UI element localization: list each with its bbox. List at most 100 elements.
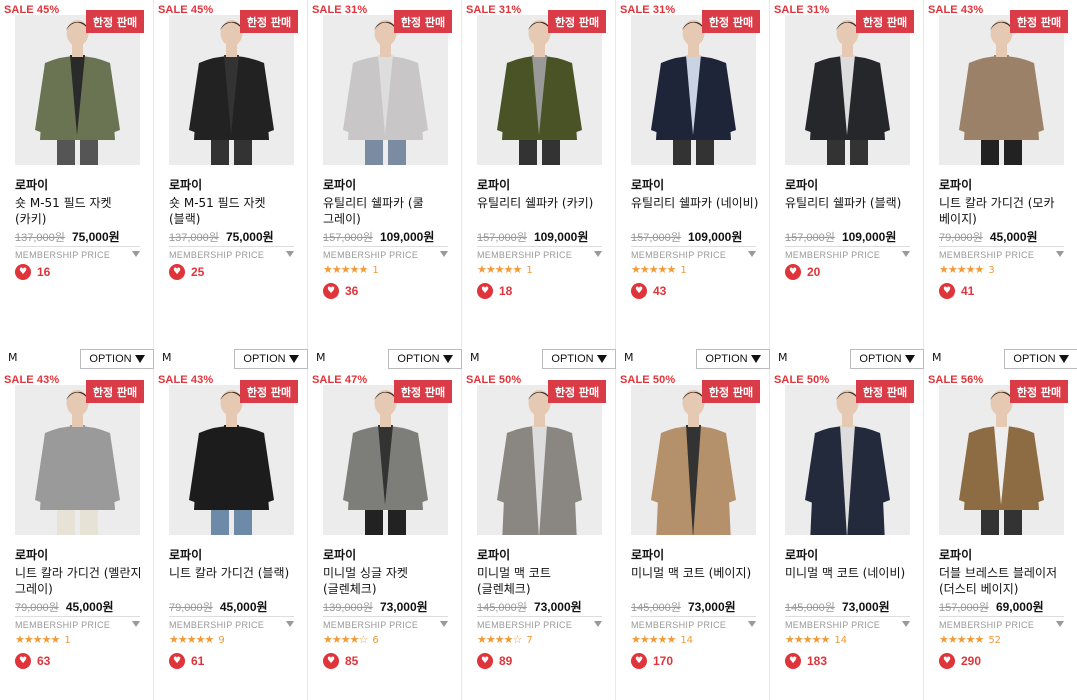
product-card[interactable]: SALE 31% 한정 판매 로파이 유틸리티 쉘파카 (쿨 그레이) 157,… [308,0,462,370]
brand-name[interactable]: 로파이 [939,546,972,563]
product-name[interactable]: 숏 M-51 필드 자켓 (카키) [15,195,143,227]
like-button[interactable]: ♥ 18 [477,283,512,299]
product-card[interactable]: SALE 43% 한정 판매 로파이 니트 칼라 가디건 (멜란지 그레이) 7… [0,370,154,700]
product-image[interactable] [939,385,1064,535]
membership-price-toggle[interactable]: MEMBERSHIP PRICE [631,616,756,630]
membership-price-toggle[interactable]: MEMBERSHIP PRICE [323,616,448,630]
product-card[interactable]: SALE 56% 한정 판매 로파이 더블 브레스트 블레이저 (더스티 베이지… [924,370,1077,700]
product-card[interactable]: SALE 43% 한정 판매 로파이 니트 칼라 가디건 (블랙) 79,000… [154,370,308,700]
membership-price-toggle[interactable]: MEMBERSHIP PRICE [169,246,294,260]
option-button[interactable]: OPTION [80,349,154,369]
product-name[interactable]: 더블 브레스트 블레이저 (더스티 베이지) [939,565,1067,597]
product-image[interactable] [477,385,602,535]
product-image[interactable] [785,15,910,165]
product-name[interactable]: 니트 칼라 가디건 (멜란지 그레이) [15,565,143,597]
like-button[interactable]: ♥ 183 [785,653,827,669]
like-button[interactable]: ♥ 25 [169,264,204,280]
brand-name[interactable]: 로파이 [785,546,818,563]
membership-price-toggle[interactable]: MEMBERSHIP PRICE [785,616,910,630]
price: 79,000원 45,000원 [939,228,1038,245]
brand-name[interactable]: 로파이 [169,546,202,563]
like-button[interactable]: ♥ 63 [15,653,50,669]
product-image[interactable] [631,385,756,535]
membership-price-toggle[interactable]: MEMBERSHIP PRICE [477,616,602,630]
product-image[interactable] [169,385,294,535]
rating-stars: ★★★★★ [631,263,676,276]
option-button[interactable]: OPTION [388,349,462,369]
membership-price-toggle[interactable]: MEMBERSHIP PRICE [477,246,602,260]
membership-price-toggle[interactable]: MEMBERSHIP PRICE [939,616,1064,630]
product-image[interactable] [15,385,140,535]
membership-price-toggle[interactable]: MEMBERSHIP PRICE [169,616,294,630]
product-name[interactable]: 유틸리티 쉘파카 (카키) [477,195,605,211]
heart-icon: ♥ [477,283,493,299]
brand-name[interactable]: 로파이 [939,176,972,193]
product-name[interactable]: 니트 칼라 가디건 (블랙) [169,565,297,581]
caret-down-icon [286,621,294,627]
membership-price-toggle[interactable]: MEMBERSHIP PRICE [323,246,448,260]
brand-name[interactable]: 로파이 [785,176,818,193]
product-name[interactable]: 미니멀 싱글 자켓 (글렌체크) [323,565,451,597]
product-image[interactable] [631,15,756,165]
brand-name[interactable]: 로파이 [477,546,510,563]
product-image[interactable] [939,15,1064,165]
membership-price-toggle[interactable]: MEMBERSHIP PRICE [15,246,140,260]
like-button[interactable]: ♥ 170 [631,653,673,669]
original-price: 157,000원 [939,602,989,614]
product-card[interactable]: SALE 45% 한정 판매 로파이 숏 M-51 필드 자켓 (카키) 137… [0,0,154,370]
brand-name[interactable]: 로파이 [631,546,664,563]
product-name[interactable]: 미니멀 맥 코트 (글렌체크) [477,565,605,597]
like-button[interactable]: ♥ 43 [631,283,666,299]
like-button[interactable]: ♥ 290 [939,653,981,669]
brand-name[interactable]: 로파이 [323,546,356,563]
product-card[interactable]: SALE 50% 한정 판매 로파이 미니멀 맥 코트 (네이비) 145,00… [770,370,924,700]
membership-price-toggle[interactable]: MEMBERSHIP PRICE [631,246,756,260]
product-card[interactable]: SALE 50% 한정 판매 로파이 미니멀 맥 코트 (글렌체크) 145,0… [462,370,616,700]
product-name[interactable]: 미니멀 맥 코트 (네이비) [785,565,913,581]
like-button[interactable]: ♥ 20 [785,264,820,280]
membership-price-toggle[interactable]: MEMBERSHIP PRICE [15,616,140,630]
brand-name[interactable]: 로파이 [477,176,510,193]
product-card[interactable]: SALE 50% 한정 판매 로파이 미니멀 맥 코트 (베이지) 145,00… [616,370,770,700]
product-name[interactable]: 유틸리티 쉘파카 (블랙) [785,195,913,211]
product-image[interactable] [323,15,448,165]
product-name[interactable]: 숏 M-51 필드 자켓 (블랙) [169,195,297,227]
product-image[interactable] [169,15,294,165]
product-card[interactable]: SALE 31% 한정 판매 로파이 유틸리티 쉘파카 (카키) 157,000… [462,0,616,370]
brand-name[interactable]: 로파이 [15,546,48,563]
brand-name[interactable]: 로파이 [323,176,356,193]
product-image[interactable] [323,385,448,535]
like-button[interactable]: ♥ 41 [939,283,974,299]
option-button[interactable]: OPTION [850,349,924,369]
option-button[interactable]: OPTION [696,349,770,369]
option-button[interactable]: OPTION [1004,349,1077,369]
product-image[interactable] [15,15,140,165]
like-button[interactable]: ♥ 16 [15,264,50,280]
like-button[interactable]: ♥ 36 [323,283,358,299]
product-image[interactable] [477,15,602,165]
option-button[interactable]: OPTION [234,349,308,369]
rating-stars: ★★★★★ [169,633,214,646]
product-image[interactable] [785,385,910,535]
product-name[interactable]: 니트 칼라 가디건 (모카 베이지) [939,195,1067,227]
like-button[interactable]: ♥ 85 [323,653,358,669]
like-button[interactable]: ♥ 61 [169,653,204,669]
brand-name[interactable]: 로파이 [169,176,202,193]
product-card[interactable]: SALE 45% 한정 판매 로파이 숏 M-51 필드 자켓 (블랙) 137… [154,0,308,370]
product-card[interactable]: SALE 47% 한정 판매 로파이 미니멀 싱글 자켓 (글렌체크) 139,… [308,370,462,700]
product-card[interactable]: SALE 43% 한정 판매 로파이 니트 칼라 가디건 (모카 베이지) 79… [924,0,1077,370]
like-button[interactable]: ♥ 89 [477,653,512,669]
membership-price-toggle[interactable]: MEMBERSHIP PRICE [785,246,910,260]
brand-name[interactable]: 로파이 [15,176,48,193]
brand-name[interactable]: 로파이 [631,176,664,193]
product-name[interactable]: 유틸리티 쉘파카 (네이비) [631,195,759,211]
product-card[interactable]: SALE 31% 한정 판매 로파이 유틸리티 쉘파카 (블랙) 157,000… [770,0,924,370]
caret-down-icon [440,621,448,627]
product-name[interactable]: 미니멀 맥 코트 (베이지) [631,565,759,581]
review-count: 7 [526,635,533,646]
membership-price-toggle[interactable]: MEMBERSHIP PRICE [939,246,1064,260]
product-name[interactable]: 유틸리티 쉘파카 (쿨 그레이) [323,195,451,227]
option-label: OPTION [705,353,748,365]
option-button[interactable]: OPTION [542,349,616,369]
product-card[interactable]: SALE 31% 한정 판매 로파이 유틸리티 쉘파카 (네이비) 157,00… [616,0,770,370]
